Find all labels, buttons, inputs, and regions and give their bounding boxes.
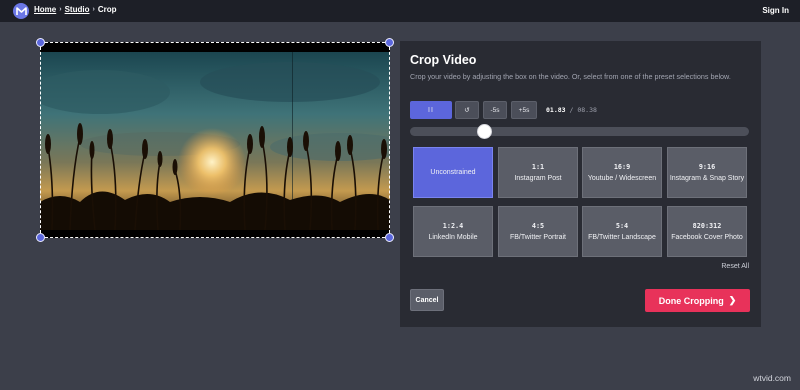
preset-label: Instagram Post — [514, 174, 562, 182]
forward-5s-button[interactable]: +5s — [511, 101, 537, 119]
pause-button[interactable]: II — [410, 101, 452, 119]
preset-label: FB/Twitter Landscape — [588, 233, 656, 241]
preset-label: FB/Twitter Portrait — [509, 233, 566, 241]
breadcrumb-separator: › — [92, 6, 95, 13]
crop-handle-bottom-left[interactable] — [36, 233, 45, 242]
preset-ratio: 820:312 — [692, 221, 722, 230]
restart-button[interactable]: ↺ — [455, 101, 479, 119]
preset-label: Unconstrained — [430, 169, 476, 176]
breadcrumb-crop: Crop — [97, 5, 117, 14]
time-readout: 01.83 / 08.38 — [546, 106, 597, 114]
done-cropping-label: Done Cropping — [658, 295, 724, 306]
timeline-slider-knob[interactable] — [477, 124, 492, 139]
crop-handle-bottom-right[interactable] — [385, 233, 394, 242]
breadcrumb: Home › Studio › Crop — [34, 5, 116, 14]
time-separator: / — [565, 106, 578, 114]
preset-tile[interactable]: 1:2.4 LinkedIn Mobile — [413, 206, 493, 257]
panel-description: Crop your video by adjusting the box on … — [410, 72, 731, 81]
timeline-slider[interactable] — [410, 127, 749, 136]
preset-tile[interactable]: 820:312 Facebook Cover Photo — [667, 206, 747, 257]
preset-tile[interactable]: 9:16 Instagram & Snap Story — [667, 147, 747, 198]
current-time: 01.83 — [546, 106, 566, 114]
sign-in-link[interactable]: Sign In — [762, 6, 789, 15]
chevron-right-icon: ❯ — [728, 295, 737, 305]
crop-box[interactable] — [36, 38, 394, 242]
preset-label: Youtube / Widescreen — [587, 174, 657, 182]
preset-tile[interactable]: 5:4 FB/Twitter Landscape — [582, 206, 662, 257]
restart-icon: ↺ — [464, 107, 470, 114]
preset-tile[interactable]: 1:1 Instagram Post — [498, 147, 578, 198]
breadcrumb-home[interactable]: Home — [34, 5, 56, 14]
back-5s-button[interactable]: -5s — [483, 101, 507, 119]
preset-tile[interactable]: 16:9 Youtube / Widescreen — [582, 147, 662, 198]
total-time: 08.38 — [577, 106, 597, 114]
top-bar: Home › Studio › Crop Sign In — [0, 0, 800, 22]
preset-ratio: 16:9 — [613, 162, 631, 171]
breadcrumb-studio[interactable]: Studio — [65, 5, 90, 14]
preset-ratio: 9:16 — [698, 162, 716, 171]
crop-handle-top-left[interactable] — [36, 38, 45, 47]
studio-logo-icon[interactable] — [13, 3, 29, 19]
preset-label: Instagram & Snap Story — [669, 174, 745, 182]
preset-tile[interactable]: 4:5 FB/Twitter Portrait — [498, 206, 578, 257]
preset-label: Facebook Cover Photo — [671, 233, 743, 241]
panel-title: Crop Video — [410, 53, 477, 67]
breadcrumb-separator: › — [59, 6, 62, 13]
done-cropping-button[interactable]: Done Cropping ❯ — [645, 289, 750, 312]
crop-panel: Crop Video Crop your video by adjusting … — [400, 41, 761, 327]
preset-label: LinkedIn Mobile — [428, 233, 478, 241]
watermark: wtvid.com — [753, 373, 791, 383]
crop-handle-top-right[interactable] — [385, 38, 394, 47]
preset-tile[interactable]: Unconstrained — [413, 147, 493, 198]
cancel-button[interactable]: Cancel — [410, 289, 444, 311]
preset-ratio: 1:1 — [531, 162, 545, 171]
preset-ratio: 5:4 — [615, 221, 629, 230]
preset-ratio: 1:2.4 — [442, 221, 464, 230]
preset-ratio: 4:5 — [531, 221, 545, 230]
reset-all-link[interactable]: Reset All — [721, 263, 749, 270]
pause-icon: II — [428, 106, 434, 114]
